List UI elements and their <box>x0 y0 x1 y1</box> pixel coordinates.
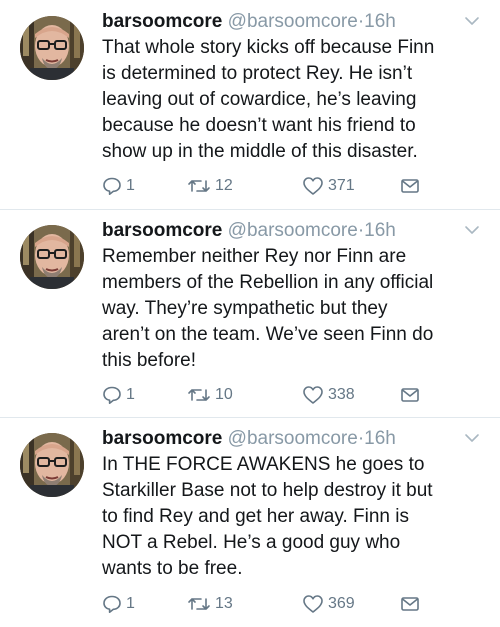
avatar[interactable] <box>20 433 84 497</box>
reply-icon <box>102 594 126 614</box>
display-name[interactable]: barsoomcore <box>102 428 222 449</box>
reply-count: 1 <box>126 177 135 194</box>
user-handle[interactable]: @barsoomcore <box>228 11 358 32</box>
reply-button[interactable]: 1 <box>102 592 135 616</box>
avatar[interactable] <box>20 16 84 80</box>
chevron-down-icon[interactable] <box>464 14 480 26</box>
tweet-header: barsoomcore @barsoomcore·16h <box>102 10 396 34</box>
tweet-actions: 1 13 369 <box>102 592 482 616</box>
like-count: 369 <box>328 595 355 612</box>
tweet[interactable]: barsoomcore @barsoomcore·16h In THE FORC… <box>0 417 500 627</box>
envelope-icon <box>400 177 424 195</box>
tweet-header: barsoomcore @barsoomcore·16h <box>102 219 396 243</box>
reply-count: 1 <box>126 595 135 612</box>
chevron-down-icon[interactable] <box>464 223 480 235</box>
tweet-text: Remember neither Rey nor Finn are member… <box>102 246 434 371</box>
direct-message-button[interactable] <box>400 592 424 616</box>
retweet-icon <box>187 594 215 614</box>
retweet-count: 10 <box>215 386 233 403</box>
reply-icon <box>102 176 126 196</box>
timestamp[interactable]: 16h <box>364 428 396 449</box>
tweet-header: barsoomcore @barsoomcore·16h <box>102 427 396 451</box>
timestamp[interactable]: 16h <box>364 11 396 32</box>
reply-count: 1 <box>126 386 135 403</box>
tweet-text: That whole story kicks off because Finn … <box>102 37 435 162</box>
timestamp[interactable]: 16h <box>364 220 396 241</box>
like-button[interactable]: 369 <box>302 592 355 616</box>
avatar[interactable] <box>20 225 84 289</box>
heart-icon <box>302 176 328 196</box>
reply-icon <box>102 385 126 405</box>
retweet-count: 13 <box>215 595 233 612</box>
reply-button[interactable]: 1 <box>102 383 135 407</box>
tweet-text: In THE FORCE AWAKENS he goes to Starkill… <box>102 454 433 579</box>
display-name[interactable]: barsoomcore <box>102 220 222 241</box>
retweet-button[interactable]: 13 <box>187 592 233 616</box>
chevron-down-icon[interactable] <box>464 431 480 443</box>
tweet-actions: 1 10 338 <box>102 383 482 407</box>
like-count: 338 <box>328 386 355 403</box>
direct-message-button[interactable] <box>400 174 424 198</box>
like-count: 371 <box>328 177 355 194</box>
retweet-icon <box>187 385 215 405</box>
retweet-button[interactable]: 10 <box>187 383 233 407</box>
envelope-icon <box>400 386 424 404</box>
retweet-icon <box>187 176 215 196</box>
reply-button[interactable]: 1 <box>102 174 135 198</box>
user-handle[interactable]: @barsoomcore <box>228 220 358 241</box>
tweet[interactable]: barsoomcore @barsoomcore·16h Remember ne… <box>0 209 500 418</box>
retweet-button[interactable]: 12 <box>187 174 233 198</box>
user-handle[interactable]: @barsoomcore <box>228 428 358 449</box>
tweet-actions: 1 12 371 <box>102 174 482 198</box>
tweet[interactable]: barsoomcore @barsoomcore·16h That whole … <box>0 0 500 210</box>
envelope-icon <box>400 595 424 613</box>
direct-message-button[interactable] <box>400 383 424 407</box>
like-button[interactable]: 371 <box>302 174 355 198</box>
retweet-count: 12 <box>215 177 233 194</box>
display-name[interactable]: barsoomcore <box>102 11 222 32</box>
heart-icon <box>302 594 328 614</box>
heart-icon <box>302 385 328 405</box>
like-button[interactable]: 338 <box>302 383 355 407</box>
